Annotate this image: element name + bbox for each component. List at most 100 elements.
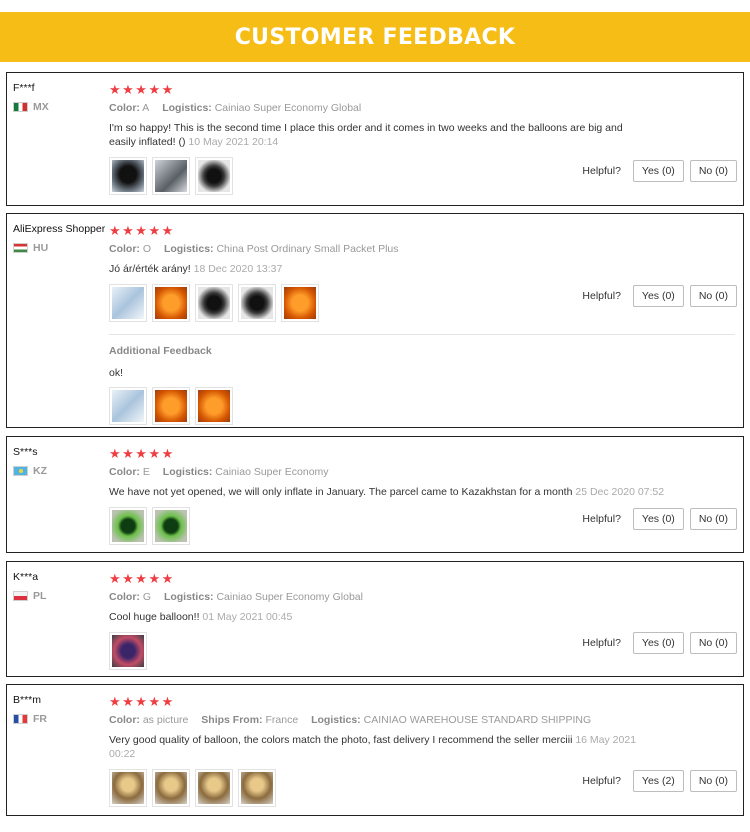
- review-card: B***m FR ★★★★★ Color: as picture Ships F…: [6, 684, 744, 816]
- color-value: E: [142, 466, 150, 478]
- color-value: G: [142, 591, 152, 603]
- helpful-vote: Helpful? Yes (2) No (0): [582, 770, 737, 792]
- color-label: Color:: [109, 243, 140, 255]
- review-photo[interactable]: [195, 769, 233, 807]
- color-value: A: [142, 102, 150, 114]
- reviewer-info: B***m FR: [13, 694, 113, 725]
- logistics-value: Cainiao Super Economy Global: [216, 591, 363, 603]
- review-text: Cool huge balloon!! 01 May 2021 00:45: [109, 610, 649, 624]
- color-label: Color:: [109, 714, 140, 726]
- hungary-flag-icon: [13, 243, 28, 253]
- review-photo[interactable]: [109, 632, 147, 670]
- review-photo[interactable]: [238, 284, 276, 322]
- color-label: Color:: [109, 102, 140, 114]
- country-code: PL: [33, 590, 47, 602]
- review-content: Very good quality of balloon, the colors…: [109, 734, 573, 746]
- review-body: ★★★★★ Color: G Logistics: Cainiao Super …: [109, 572, 735, 670]
- country-code: FR: [33, 713, 47, 725]
- logistics-value: CAINIAO WAREHOUSE STANDARD SHIPPING: [363, 714, 592, 726]
- kazakhstan-flag-icon: [13, 466, 28, 476]
- helpful-vote: Helpful? Yes (0) No (0): [582, 160, 737, 182]
- helpful-label: Helpful?: [582, 513, 621, 525]
- additional-feedback-title: Additional Feedback: [109, 345, 212, 357]
- country-code: MX: [33, 101, 49, 113]
- reviewer-info: F***f MX: [13, 82, 113, 113]
- reviewer-country: MX: [13, 101, 113, 113]
- review-text: I'm so happy! This is the second time I …: [109, 121, 649, 149]
- helpful-no-button[interactable]: No (0): [689, 160, 737, 182]
- helpful-no-button[interactable]: No (0): [689, 770, 737, 792]
- review-photo[interactable]: [152, 507, 190, 545]
- color-label: Color:: [109, 466, 140, 478]
- review-date: 18 Dec 2020 13:37: [193, 263, 283, 275]
- review-text: We have not yet opened, we will only inf…: [109, 485, 709, 499]
- review-photo[interactable]: [195, 387, 233, 425]
- helpful-yes-button[interactable]: Yes (0): [632, 285, 684, 307]
- review-card: K***a PL ★★★★★ Color: G Logistics: Caini…: [6, 561, 744, 677]
- helpful-no-button[interactable]: No (0): [689, 508, 737, 530]
- banner-title: CUSTOMER FEEDBACK: [234, 24, 516, 50]
- review-card: AliExpress Shopper HU ★★★★★ Color: O Log…: [6, 213, 744, 428]
- review-photo[interactable]: [195, 157, 233, 195]
- divider: [109, 334, 735, 335]
- logistics-label: Logistics:: [162, 102, 212, 114]
- logistics-value: Cainiao Super Economy: [215, 466, 329, 478]
- logistics-label: Logistics:: [311, 714, 361, 726]
- review-photo[interactable]: [152, 387, 190, 425]
- review-photo[interactable]: [109, 769, 147, 807]
- reviewer-name: F***f: [13, 82, 35, 94]
- helpful-label: Helpful?: [582, 637, 621, 649]
- helpful-vote: Helpful? Yes (0) No (0): [582, 285, 737, 307]
- review-photo[interactable]: [109, 157, 147, 195]
- review-photo[interactable]: [195, 284, 233, 322]
- helpful-yes-button[interactable]: Yes (2): [632, 770, 684, 792]
- helpful-yes-button[interactable]: Yes (0): [632, 160, 684, 182]
- review-photo[interactable]: [109, 387, 147, 425]
- review-photo[interactable]: [152, 769, 190, 807]
- customer-feedback-banner: CUSTOMER FEEDBACK: [0, 12, 750, 62]
- review-photo[interactable]: [109, 284, 147, 322]
- ships-from-label: Ships From:: [201, 714, 263, 726]
- order-meta: Color: G Logistics: Cainiao Super Econom…: [109, 591, 735, 603]
- reviewer-name: K***a: [13, 571, 39, 583]
- additional-photos: [109, 387, 735, 425]
- review-date: 01 May 2021 00:45: [202, 611, 293, 623]
- reviewer-name: B***m: [13, 694, 42, 706]
- star-rating: ★★★★★: [109, 694, 175, 709]
- review-card: F***f MX ★★★★★ Color: A Logistics: Caini…: [6, 72, 744, 206]
- review-photo[interactable]: [109, 507, 147, 545]
- country-code: KZ: [33, 465, 47, 477]
- reviewer-country: KZ: [13, 465, 113, 477]
- helpful-yes-button[interactable]: Yes (0): [632, 632, 684, 654]
- reviewer-info: K***a PL: [13, 571, 113, 602]
- review-date: 10 May 2021 20:14: [188, 136, 279, 148]
- reviewer-info: S***s KZ: [13, 446, 113, 477]
- review-photo[interactable]: [152, 157, 190, 195]
- review-content: I'm so happy! This is the second time I …: [109, 122, 623, 148]
- review-body: ★★★★★ Color: O Logistics: China Post Ord…: [109, 224, 735, 425]
- logistics-label: Logistics:: [162, 466, 213, 478]
- ships-from-value: France: [265, 714, 299, 726]
- helpful-yes-button[interactable]: Yes (0): [632, 508, 684, 530]
- poland-flag-icon: [13, 591, 28, 601]
- order-meta: Color: O Logistics: China Post Ordinary …: [109, 243, 735, 255]
- reviewer-country: FR: [13, 713, 113, 725]
- review-photo[interactable]: [281, 284, 319, 322]
- helpful-no-button[interactable]: No (0): [689, 632, 737, 654]
- review-card: S***s KZ ★★★★★ Color: E Logistics: Caini…: [6, 436, 744, 553]
- review-content: Jó ár/érték arány!: [109, 263, 191, 275]
- color-value: O: [142, 243, 152, 255]
- star-rating: ★★★★★: [109, 223, 175, 238]
- reviewer-country: PL: [13, 590, 113, 602]
- helpful-no-button[interactable]: No (0): [689, 285, 737, 307]
- review-photo[interactable]: [238, 769, 276, 807]
- order-meta: Color: E Logistics: Cainiao Super Econom…: [109, 466, 735, 478]
- logistics-label: Logistics:: [163, 243, 214, 255]
- review-photo[interactable]: [152, 284, 190, 322]
- logistics-value: Cainiao Super Economy Global: [214, 102, 362, 114]
- logistics-label: Logistics:: [163, 591, 214, 603]
- helpful-label: Helpful?: [582, 775, 621, 787]
- reviewer-info: AliExpress Shopper HU: [13, 223, 113, 254]
- order-meta: Color: as picture Ships From: France Log…: [109, 714, 735, 726]
- color-value: as picture: [142, 714, 189, 726]
